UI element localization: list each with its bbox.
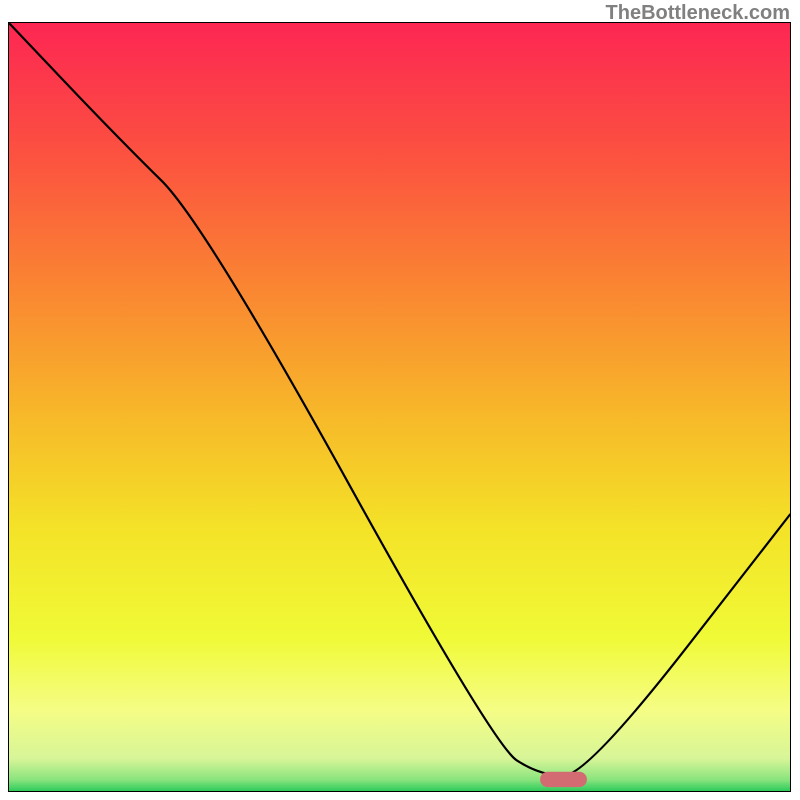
- chart-background: [9, 23, 790, 791]
- bottleneck-chart: [9, 23, 790, 791]
- optimal-marker: [540, 772, 587, 787]
